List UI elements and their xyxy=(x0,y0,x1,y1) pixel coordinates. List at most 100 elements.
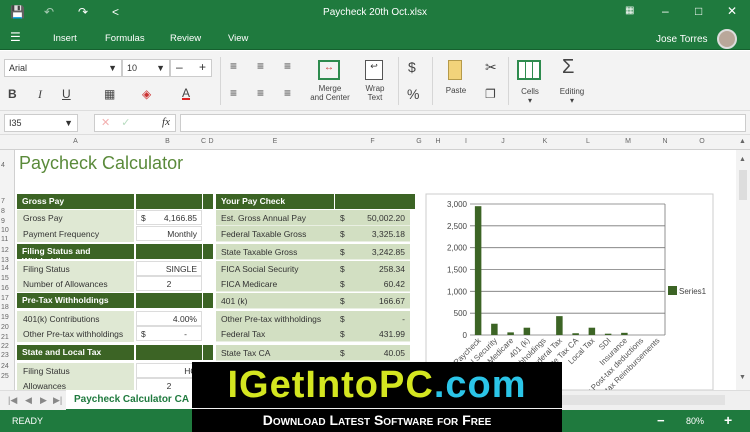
vertical-scrollbar[interactable]: ▲ ▼ xyxy=(736,150,750,390)
column-header[interactable]: J xyxy=(484,138,522,145)
paste-icon[interactable] xyxy=(448,60,462,80)
scroll-down-icon[interactable]: ▼ xyxy=(739,374,746,381)
maximize-button[interactable]: □ xyxy=(695,4,702,18)
zoom-out-button[interactable]: − xyxy=(657,413,665,428)
filing-status-input[interactable]: SINGLE xyxy=(136,261,202,276)
copy-icon[interactable]: ❐ xyxy=(485,87,496,101)
row-header[interactable]: 19 xyxy=(1,314,9,321)
tab-paycheck-calculator-ca[interactable]: Paycheck Calculator CA xyxy=(66,390,198,411)
save-icon[interactable]: 💾 xyxy=(10,5,25,19)
hamburger-menu-icon[interactable]: ☰ xyxy=(10,30,21,44)
align-right-icon[interactable]: ≡ xyxy=(284,59,291,73)
paycheck-value[interactable]: $431.99 xyxy=(335,326,410,342)
decrease-font-button[interactable]: – xyxy=(176,60,183,74)
column-header[interactable]: O xyxy=(682,138,722,145)
zoom-in-button[interactable]: + xyxy=(724,412,732,428)
column-header[interactable]: G xyxy=(410,138,428,145)
row-header[interactable]: 17 xyxy=(1,295,9,302)
row-header[interactable]: 11 xyxy=(1,236,8,243)
function-icon[interactable]: fx xyxy=(162,116,170,128)
row-header[interactable]: 23 xyxy=(1,352,9,359)
wrap-text-button[interactable]: Wrap Text xyxy=(357,84,393,102)
row-header[interactable]: 7 xyxy=(1,198,5,205)
row-header[interactable]: 14 xyxy=(1,265,9,272)
menu-formulas[interactable]: Formulas xyxy=(105,33,145,44)
menu-insert[interactable]: Insert xyxy=(53,33,77,44)
paycheck-value[interactable]: $40.05 xyxy=(335,345,410,361)
column-header[interactable]: E xyxy=(215,138,335,145)
confirm-icon[interactable]: ✓ xyxy=(121,117,130,129)
minimize-button[interactable]: – xyxy=(662,4,669,18)
row-header[interactable]: 9 xyxy=(1,218,5,225)
merge-center-button[interactable]: Merge and Center xyxy=(306,84,354,102)
row-header[interactable]: 16 xyxy=(1,285,9,292)
row-header[interactable]: 10 xyxy=(1,227,9,234)
underline-button[interactable]: U xyxy=(62,87,71,101)
cells-icon[interactable] xyxy=(517,60,541,80)
font-color-icon[interactable]: A xyxy=(182,86,190,100)
row-header[interactable]: 15 xyxy=(1,275,9,282)
contrib-input[interactable]: 4.00% xyxy=(136,311,202,326)
column-header[interactable]: I xyxy=(448,138,484,145)
column-header[interactable]: H xyxy=(428,138,448,145)
paycheck-value[interactable]: $50,002.20 xyxy=(335,210,410,226)
column-header[interactable]: M xyxy=(608,138,648,145)
cancel-icon[interactable]: ✕ xyxy=(101,117,110,129)
wrap-text-icon[interactable]: ↩ xyxy=(365,60,383,80)
currency-button[interactable]: $ xyxy=(408,59,416,75)
column-header[interactable]: A xyxy=(16,138,135,145)
other-pretax-input[interactable]: $ - xyxy=(136,326,202,341)
share-icon[interactable]: < xyxy=(112,5,119,19)
font-size-stepper[interactable]: – + xyxy=(170,59,212,77)
avatar[interactable] xyxy=(717,29,737,49)
font-size-select[interactable]: 10 ▼ xyxy=(122,59,170,77)
fullscreen-icon[interactable]: ▦ xyxy=(625,5,634,16)
column-header[interactable]: K xyxy=(522,138,568,145)
row-header[interactable]: 13 xyxy=(1,257,9,264)
paycheck-value[interactable]: $3,325.18 xyxy=(335,226,410,242)
redo-icon[interactable]: ↷ xyxy=(78,5,88,19)
row-header[interactable]: 20 xyxy=(1,324,9,331)
row-header[interactable]: 8 xyxy=(1,208,5,215)
column-header[interactable]: C xyxy=(200,138,207,145)
scroll-up-icon[interactable]: ▲ xyxy=(739,156,746,163)
row-header[interactable]: 18 xyxy=(1,304,9,311)
paycheck-value[interactable]: $166.67 xyxy=(335,293,410,309)
sum-icon[interactable]: Σ xyxy=(562,56,574,79)
allowances-input[interactable]: 2 xyxy=(136,276,202,291)
row-header[interactable]: 22 xyxy=(1,343,9,350)
next-sheet-icon[interactable]: ▶ xyxy=(40,395,47,406)
undo-icon[interactable]: ↶ xyxy=(44,5,54,19)
menu-review[interactable]: Review xyxy=(170,33,201,44)
align-top-icon[interactable]: ≡ xyxy=(230,86,237,100)
cells-button[interactable]: Cells ▾ xyxy=(515,87,545,105)
italic-button[interactable]: I xyxy=(38,87,42,102)
percent-button[interactable]: % xyxy=(407,86,419,102)
column-header[interactable]: F xyxy=(335,138,410,145)
borders-icon[interactable]: ▦ xyxy=(104,87,115,101)
row-header[interactable]: 4 xyxy=(1,162,5,169)
align-middle-icon[interactable]: ≡ xyxy=(257,86,264,100)
gross-pay-input[interactable]: $4,166.85 xyxy=(136,210,202,225)
editing-button[interactable]: Editing ▾ xyxy=(555,87,589,105)
last-sheet-icon[interactable]: ▶| xyxy=(53,395,62,406)
user-name[interactable]: Jose Torres xyxy=(656,34,708,45)
formula-input[interactable] xyxy=(180,114,746,132)
prev-sheet-icon[interactable]: ◀ xyxy=(25,395,32,406)
fill-color-icon[interactable]: ◈ xyxy=(142,87,151,101)
font-name-select[interactable]: Arial ▼ xyxy=(4,59,122,77)
scroll-up-icon[interactable]: ▲ xyxy=(739,138,746,145)
paycheck-value[interactable]: $ - xyxy=(335,311,410,327)
first-sheet-icon[interactable]: |◀ xyxy=(8,395,17,406)
row-header[interactable]: 21 xyxy=(1,334,9,341)
row-header[interactable]: 12 xyxy=(1,247,9,254)
merge-center-icon[interactable]: ↔ xyxy=(318,60,340,80)
row-header[interactable]: 25 xyxy=(1,373,9,380)
align-bottom-icon[interactable]: ≡ xyxy=(284,86,291,100)
cut-icon[interactable]: ✂ xyxy=(485,59,497,76)
paycheck-value[interactable]: $60.42 xyxy=(335,276,410,292)
align-left-icon[interactable]: ≡ xyxy=(230,59,237,73)
column-header[interactable]: D xyxy=(207,138,215,145)
bold-button[interactable]: B xyxy=(8,87,17,101)
align-center-icon[interactable]: ≡ xyxy=(257,59,264,73)
